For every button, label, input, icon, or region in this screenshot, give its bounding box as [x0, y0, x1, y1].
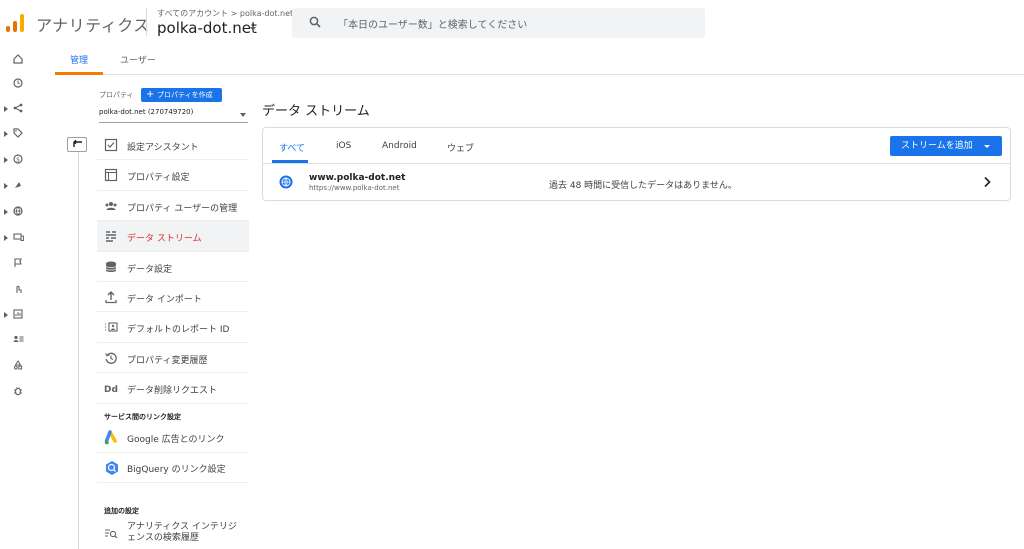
menu-item-data-deletion[interactable]: Dd データ削除リクエスト [97, 373, 249, 404]
menu-item-label: データ インポート [127, 294, 202, 305]
search-icon [309, 16, 321, 28]
tab-web[interactable]: ウェブ [447, 141, 474, 154]
chevron-down-icon[interactable] [250, 27, 256, 31]
history-icon [105, 352, 117, 364]
create-property-label: プロパティを作成 [157, 91, 213, 99]
arrow-back-icon [73, 140, 82, 147]
left-nav-rail: $ [0, 44, 34, 549]
search-bar[interactable]: 「本日のユーザー数」と検索してください [292, 8, 705, 38]
property-menu: 設定アシスタント プロパティ設定 プロパティ ユーザーの管理 データ ストリーム… [97, 130, 249, 404]
report-icon[interactable] [0, 305, 34, 325]
stream-status: 過去 48 時間に受信したデータはありません。 [549, 181, 737, 191]
menu-item-setup-assistant[interactable]: 設定アシスタント [97, 130, 249, 161]
property-selector[interactable]: polka-dot.net (270749720) [99, 108, 248, 123]
page-title: データ ストリーム [262, 104, 370, 119]
flag-icon[interactable] [0, 254, 34, 274]
property-selected-value: polka-dot.net (270749720) [99, 108, 194, 116]
web-globe-icon [279, 175, 293, 189]
menu-item-label: データ削除リクエスト [127, 386, 218, 397]
chevron-right-icon[interactable] [983, 176, 991, 188]
globe-icon[interactable] [0, 202, 34, 222]
plus-icon: + [146, 89, 155, 100]
menu-item-bigquery-link[interactable]: BigQuery のリンク設定 [97, 453, 249, 483]
property-label: プロパティ [99, 91, 134, 99]
menu-item-label: 設定アシスタント [127, 143, 199, 153]
tab-user[interactable]: ユーザー [120, 53, 156, 66]
add-stream-button[interactable]: ストリームを追加 [890, 136, 1002, 156]
menu-item-property-settings[interactable]: プロパティ設定 [97, 160, 249, 191]
dollar-icon[interactable]: $ [0, 150, 34, 170]
column-divider [78, 152, 79, 549]
property-settings-icon [104, 169, 118, 182]
tab-ios[interactable]: iOS [336, 141, 351, 151]
upload-icon [105, 290, 117, 304]
dd-icon: Dd [104, 385, 118, 395]
audience-list-icon[interactable] [0, 330, 34, 350]
checkbox-icon [104, 138, 118, 152]
menu-item-data-streams[interactable]: データ ストリーム [97, 221, 249, 252]
search-input[interactable]: 「本日のユーザー数」と検索してください [338, 16, 527, 31]
menu-item-label: アナリティクス インテリジ ェンスの検索履歴 [127, 522, 237, 543]
report-id-icon [105, 322, 118, 332]
svg-text:Dd: Dd [104, 385, 118, 395]
chevron-down-icon [240, 113, 246, 117]
create-property-button[interactable]: + プロパティを作成 [141, 88, 222, 102]
touch-icon[interactable] [0, 280, 34, 300]
home-icon[interactable] [0, 50, 34, 70]
svg-text:$: $ [16, 157, 20, 164]
data-streams-card: すべて iOS Android ウェブ ストリームを追加 www.polka-d… [262, 127, 1011, 201]
header-divider [146, 8, 147, 36]
devices-icon[interactable] [0, 228, 34, 248]
back-button[interactable] [67, 137, 87, 152]
menu-item-data-settings[interactable]: データ設定 [97, 252, 249, 282]
menu-item-google-ads-link[interactable]: Google 広告とのリンク [97, 423, 249, 453]
admin-tab-bar: 管理 ユーザー [55, 44, 1024, 75]
users-icon [105, 201, 117, 210]
clock-icon[interactable] [0, 74, 34, 94]
chevron-down-icon [984, 145, 990, 148]
menu-item-label: プロパティ変更履歴 [127, 355, 208, 366]
top-bar: アナリティクス すべてのアカウント > polka-dot.net polka-… [0, 0, 1024, 44]
google-ads-icon [104, 430, 117, 445]
stream-url: https://www.polka-dot.net [309, 184, 400, 192]
menu-item-label: プロパティ ユーザーの管理 [127, 203, 238, 214]
extra-section-title: 追加の設定 [104, 507, 139, 515]
menu-item-intelligence-search-history[interactable]: アナリティクス インテリジ ェンスの検索履歴 [97, 519, 249, 549]
tab-all[interactable]: すべて [279, 141, 305, 154]
pointer-icon[interactable] [0, 176, 34, 196]
links-section-title: サービス間のリンク設定 [104, 413, 181, 421]
data-stream-icon [106, 231, 116, 242]
menu-item-label: デフォルトのレポート ID [127, 325, 230, 336]
bigquery-icon [106, 461, 118, 475]
add-stream-label: ストリームを追加 [901, 141, 973, 151]
account-selector[interactable]: polka-dot.net [157, 19, 257, 37]
database-icon [105, 261, 117, 272]
menu-item-label: BigQuery のリンク設定 [127, 465, 226, 475]
menu-item-label: データ ストリーム [127, 234, 202, 245]
stream-name: www.polka-dot.net [309, 173, 406, 183]
app-name: アナリティクス [36, 16, 150, 35]
menu-item-label: データ設定 [127, 264, 173, 275]
tab-active-indicator [55, 72, 103, 75]
search-history-icon [105, 529, 118, 539]
tag-icon[interactable] [0, 124, 34, 144]
menu-item-change-history[interactable]: プロパティ変更履歴 [97, 343, 249, 374]
menu-item-label: プロパティ設定 [127, 173, 190, 184]
analytics-logo-icon[interactable] [6, 14, 26, 32]
bug-icon[interactable] [0, 382, 34, 402]
menu-item-property-users[interactable]: プロパティ ユーザーの管理 [97, 191, 249, 222]
account-breadcrumb[interactable]: すべてのアカウント > polka-dot.net [157, 8, 293, 19]
menu-item-data-import[interactable]: データ インポート [97, 282, 249, 313]
menu-item-label: Google 広告とのリンク [127, 435, 225, 445]
stream-row[interactable]: www.polka-dot.net https://www.polka-dot.… [263, 164, 1010, 200]
menu-item-default-report-id[interactable]: デフォルトのレポート ID [97, 312, 249, 343]
shapes-icon[interactable] [0, 356, 34, 376]
tab-admin[interactable]: 管理 [70, 53, 88, 66]
tab-android[interactable]: Android [382, 141, 417, 151]
share-nodes-icon[interactable] [0, 99, 34, 119]
